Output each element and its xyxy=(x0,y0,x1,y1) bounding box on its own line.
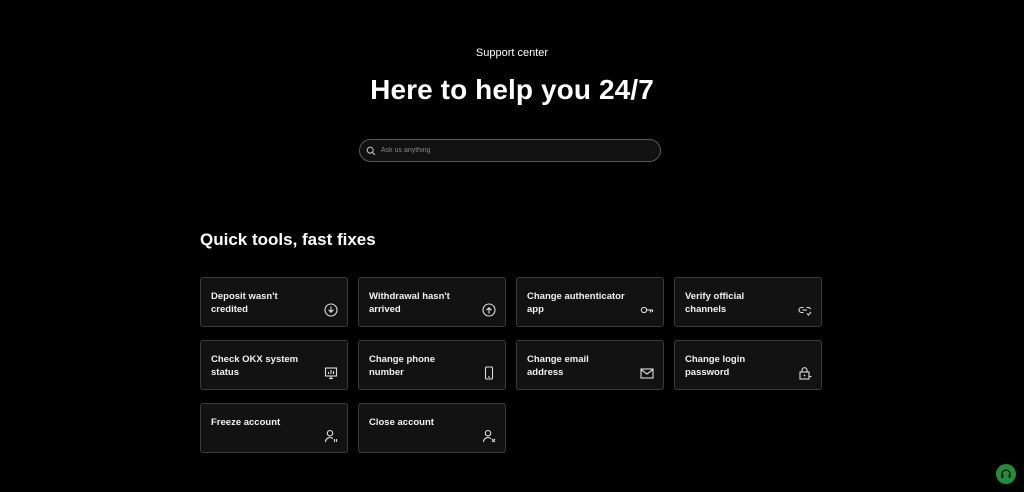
tool-card-verify-channels[interactable]: Verify official channels xyxy=(674,277,822,327)
lock-icon xyxy=(798,366,812,380)
tool-card-label: Change authenticator app xyxy=(527,291,625,315)
headset-icon xyxy=(1000,468,1012,480)
search-input[interactable] xyxy=(381,147,641,154)
tool-card-close-account[interactable]: Close account xyxy=(358,403,506,453)
link-check-icon xyxy=(798,303,812,317)
support-eyebrow: Support center xyxy=(475,47,549,59)
tool-card-label: Verify official channels xyxy=(685,291,745,315)
tool-card-label: Freeze account xyxy=(211,417,281,428)
phone-icon xyxy=(482,366,496,380)
tool-card-system-status[interactable]: Check OKX system status xyxy=(200,340,348,390)
search-bar[interactable] xyxy=(359,139,661,162)
tool-card-authenticator[interactable]: Change authenticator app xyxy=(516,277,664,327)
tool-card-password[interactable]: Change login password xyxy=(674,340,822,390)
tool-card-label: Deposit wasn't credited xyxy=(211,291,278,315)
tool-card-freeze[interactable]: Freeze account xyxy=(200,403,348,453)
system-status-icon xyxy=(324,366,338,380)
tool-card-label: Close account xyxy=(369,417,434,428)
tool-card-phone[interactable]: Change phone number xyxy=(358,340,506,390)
tool-card-deposit[interactable]: Deposit wasn't credited xyxy=(200,277,348,327)
tool-card-withdrawal[interactable]: Withdrawal hasn't arrived xyxy=(358,277,506,327)
page-title: Here to help you 24/7 xyxy=(370,74,654,105)
tool-card-label: Withdrawal hasn't arrived xyxy=(369,291,450,315)
mail-icon xyxy=(640,366,654,380)
freeze-user-icon xyxy=(324,429,338,443)
search-icon xyxy=(366,146,376,156)
tool-card-label: Change phone number xyxy=(369,354,435,378)
key-icon xyxy=(640,303,654,317)
tool-card-label: Change login password xyxy=(685,354,746,378)
quick-tools-grid: Deposit wasn't credited Withdrawal hasn'… xyxy=(200,277,822,453)
help-chat-button[interactable] xyxy=(996,464,1016,484)
tool-card-label: Check OKX system status xyxy=(211,354,299,378)
withdrawal-icon xyxy=(482,303,496,317)
tool-card-label: Change email address xyxy=(527,354,589,378)
tool-card-email[interactable]: Change email address xyxy=(516,340,664,390)
quick-tools-title: Quick tools, fast fixes xyxy=(200,230,376,249)
close-user-icon xyxy=(482,429,496,443)
deposit-icon xyxy=(324,303,338,317)
